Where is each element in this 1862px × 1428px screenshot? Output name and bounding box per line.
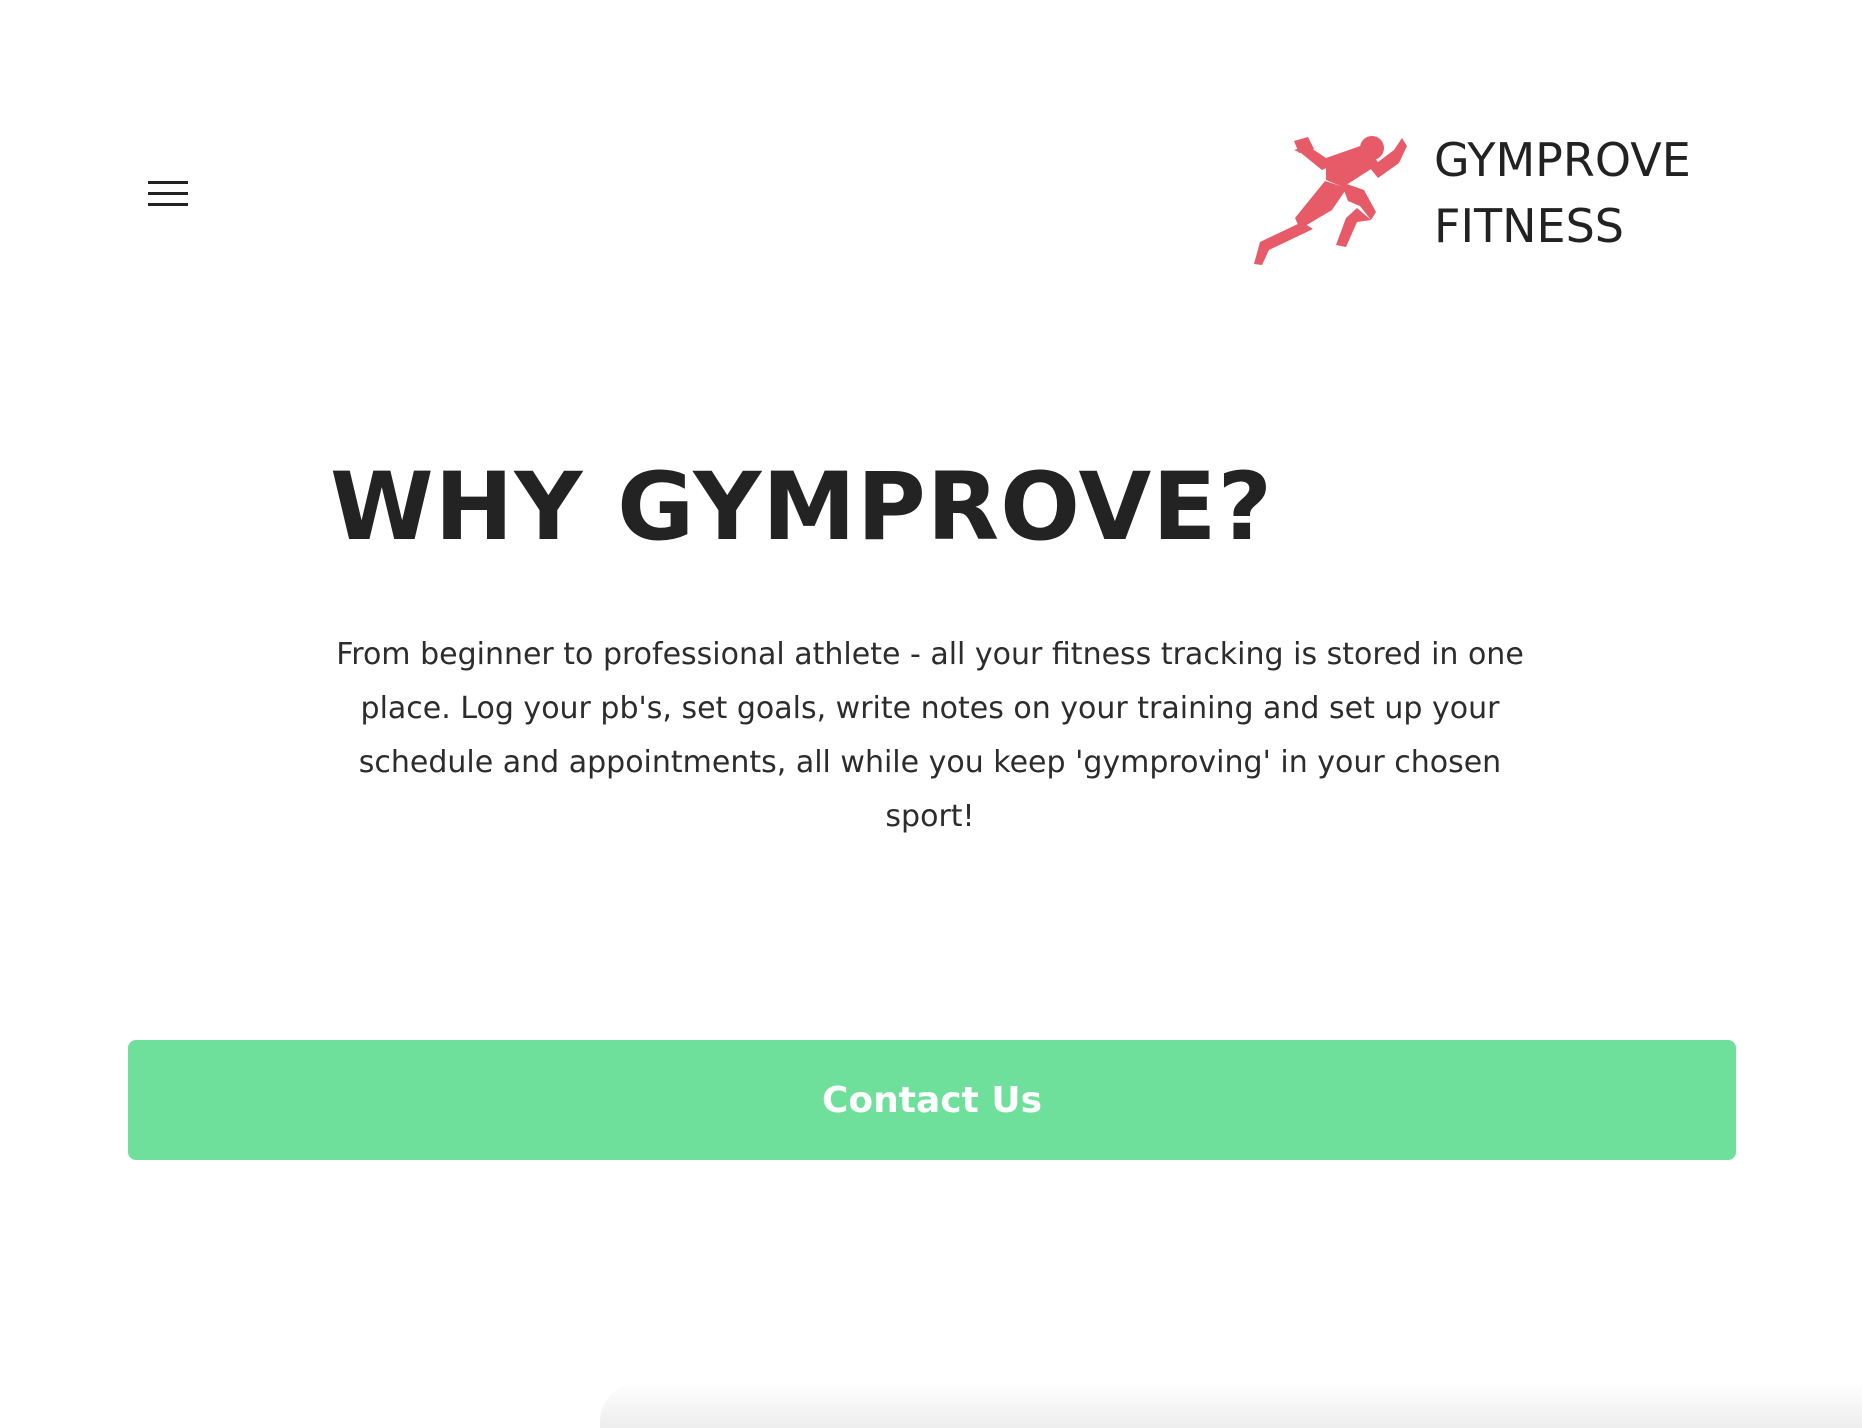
menu-button[interactable] bbox=[140, 172, 196, 216]
hero-description: From beginner to professional athlete - … bbox=[336, 637, 1524, 834]
hamburger-menu-icon bbox=[148, 181, 188, 206]
contact-us-button[interactable]: Contact Us bbox=[128, 1040, 1736, 1160]
page-title: WHY GYMPROVE? bbox=[330, 453, 1273, 562]
running-athlete-icon bbox=[1254, 136, 1407, 265]
brand-name: GYMPROVE FITNESS bbox=[1434, 127, 1691, 259]
brand-logo-link[interactable]: GYMPROVE FITNESS bbox=[1234, 120, 1691, 265]
bottom-fade-overlay bbox=[600, 1382, 1862, 1428]
brand-line-1: GYMPROVE bbox=[1434, 132, 1691, 187]
brand-line-2: FITNESS bbox=[1434, 198, 1624, 253]
